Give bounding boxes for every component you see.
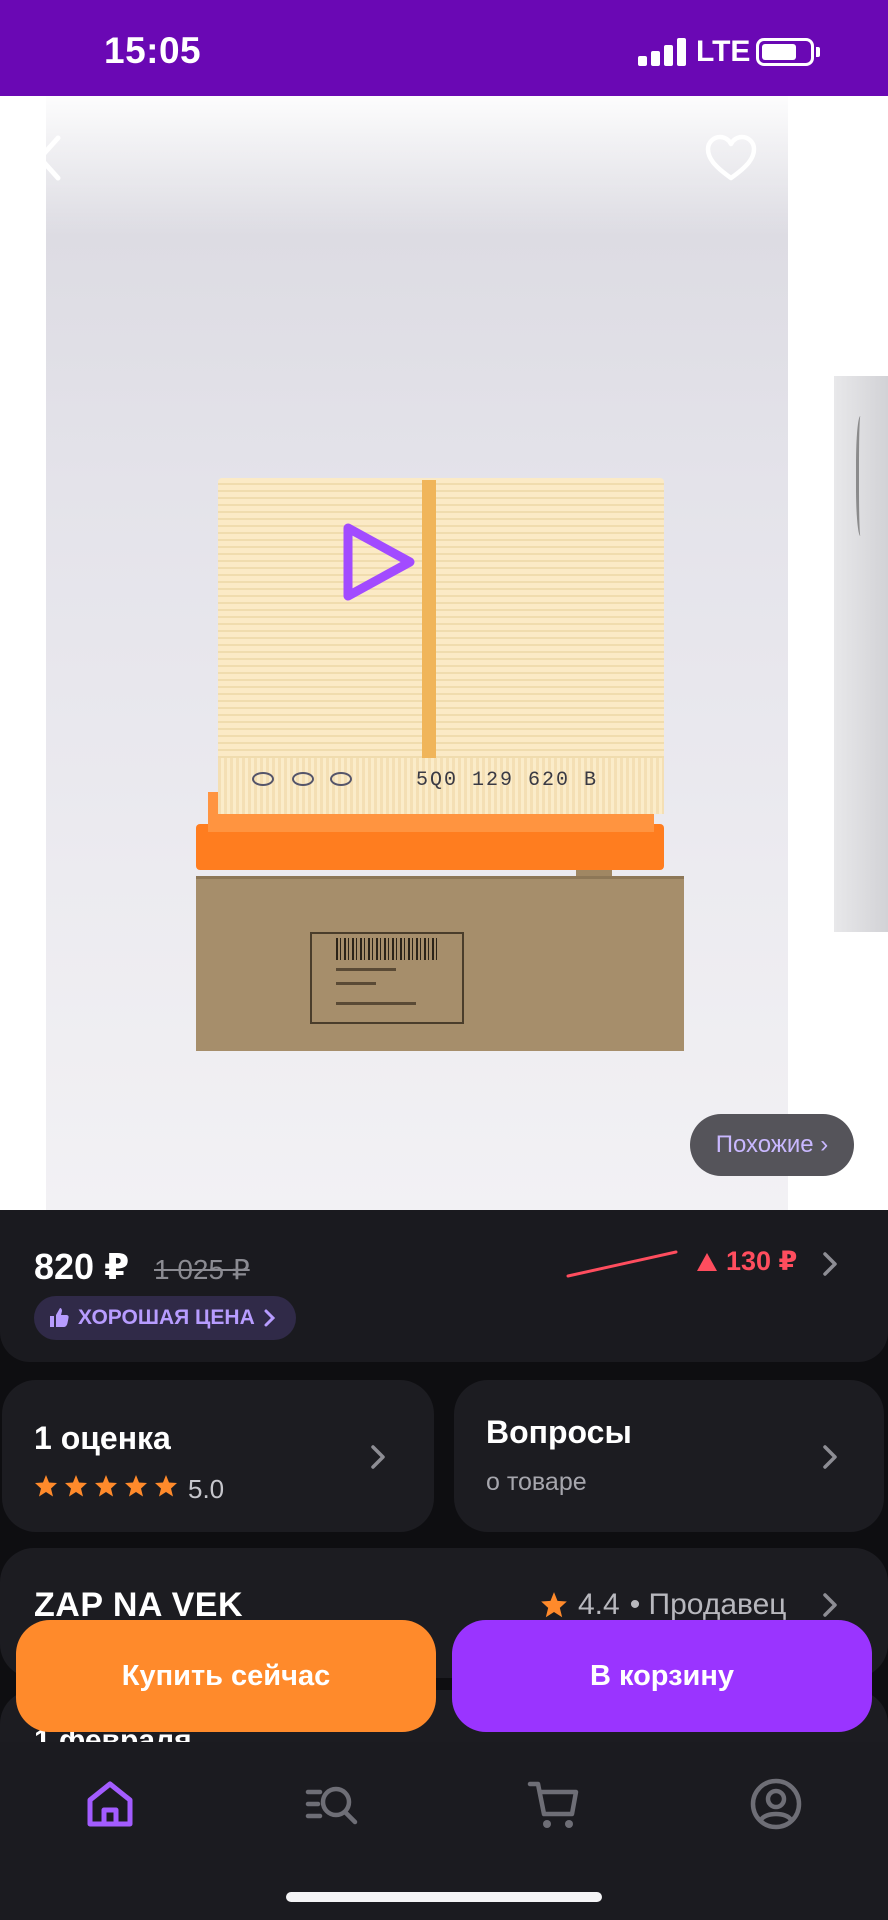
star-icon [125, 1475, 147, 1497]
favorite-heart-icon[interactable] [704, 132, 758, 186]
catalog-search-icon[interactable] [300, 1772, 364, 1836]
price-change-value: 130 ₽ [726, 1246, 798, 1276]
thumbs-up-icon [50, 1308, 69, 1327]
chevron-right-icon [823, 1445, 837, 1469]
current-price: 820 ₽ [34, 1246, 130, 1287]
chevron-right-icon [371, 1445, 385, 1469]
price-history-chevron-icon[interactable] [820, 1250, 840, 1278]
filter-code: 5Q0 129 620 B [416, 769, 599, 792]
home-indicator [286, 1892, 602, 1902]
network-type: LTE [696, 35, 751, 68]
next-photo-preview[interactable] [834, 376, 888, 932]
rating-count: 1 оценка [34, 1420, 171, 1456]
questions-subtitle: о товаре [486, 1468, 587, 1496]
rating-stars [34, 1474, 178, 1498]
rating-card[interactable]: 1 оценка 5.0 [2, 1380, 434, 1532]
star-icon [35, 1475, 57, 1497]
good-price-badge[interactable]: ХОРОШАЯ ЦЕНА [34, 1296, 296, 1340]
questions-card[interactable]: Вопросы о товаре [454, 1380, 884, 1532]
questions-title: Вопросы [486, 1414, 632, 1450]
product-screen: 15:05 LTE 5Q0 129 620 B Похожие › 820 ₽ … [0, 0, 888, 1920]
star-icon [65, 1475, 87, 1497]
back-button[interactable] [28, 130, 74, 186]
price-up-icon [697, 1252, 717, 1271]
product-photo[interactable]: 5Q0 129 620 B [46, 96, 788, 1212]
battery-icon [756, 38, 814, 66]
product-gallery[interactable]: 5Q0 129 620 B [0, 96, 888, 1212]
star-icon [541, 1592, 567, 1618]
share-icon[interactable] [810, 128, 860, 186]
buy-now-label: Купить сейчас [121, 1659, 331, 1692]
seller-rating: 4.4 • Продавец [540, 1588, 787, 1622]
price-card: 820 ₽ 1 025 ₽ 130 ₽ ХОРОШАЯ ЦЕНА [0, 1210, 888, 1362]
seller-label: • Продавец [629, 1588, 787, 1621]
status-bar: 15:05 LTE [0, 0, 888, 96]
add-to-cart-label: В корзину [589, 1659, 735, 1692]
star-icon [155, 1475, 177, 1497]
profile-icon[interactable] [744, 1772, 808, 1836]
price-change[interactable]: 130 ₽ [696, 1246, 797, 1277]
price-trend-line [566, 1250, 678, 1278]
play-video-button[interactable] [338, 520, 418, 604]
seller-rating-value: 4.4 [578, 1588, 620, 1621]
good-price-label: ХОРОШАЯ ЦЕНА [78, 1306, 255, 1329]
barcode [336, 938, 440, 960]
similar-label: Похожие › [715, 1131, 829, 1158]
home-icon[interactable] [78, 1772, 142, 1836]
star-icon [95, 1475, 117, 1497]
signal-icon [638, 38, 686, 66]
old-price: 1 025 ₽ [154, 1254, 250, 1285]
similar-products-button[interactable]: Похожие › [690, 1114, 854, 1176]
cart-icon[interactable] [522, 1772, 586, 1836]
rating-value: 5.0 [188, 1474, 225, 1504]
add-to-cart-button[interactable]: В корзину [452, 1620, 872, 1732]
status-time: 15:05 [104, 30, 202, 71]
chevron-right-icon [823, 1593, 837, 1617]
buy-now-button[interactable]: Купить сейчас [16, 1620, 436, 1732]
chevron-right-icon [264, 1309, 275, 1327]
